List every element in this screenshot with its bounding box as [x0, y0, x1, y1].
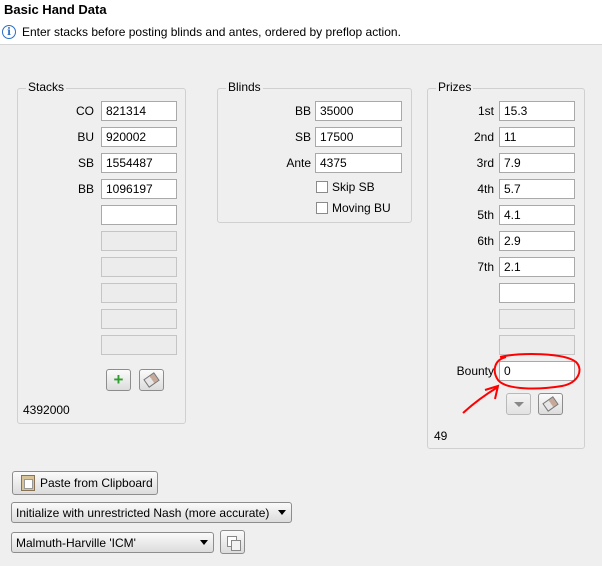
- prize-input-disabled: [499, 335, 575, 355]
- skip-sb-checkbox[interactable]: [316, 181, 328, 193]
- bounty-input[interactable]: 0: [499, 361, 575, 381]
- stack-input-co[interactable]: 821314: [101, 101, 177, 121]
- stack-label-co: CO: [76, 104, 94, 118]
- paste-from-clipboard-button[interactable]: Paste from Clipboard: [12, 471, 158, 495]
- prize-label-4th: 4th: [477, 182, 494, 196]
- stack-label-bu: BU: [77, 130, 94, 144]
- paste-button-label: Paste from Clipboard: [40, 476, 153, 490]
- stack-input-disabled: [101, 257, 177, 277]
- prize-input-disabled: [499, 309, 575, 329]
- init-method-value: Initialize with unrestricted Nash (more …: [16, 506, 270, 520]
- stack-label-bb: BB: [77, 182, 94, 196]
- prize-label-3rd: 3rd: [476, 156, 494, 170]
- prize-input-4th[interactable]: 5.7: [499, 179, 575, 199]
- init-method-select[interactable]: Initialize with unrestricted Nash (more …: [11, 502, 292, 523]
- stacks-total: 4392000: [23, 403, 70, 417]
- bounty-label: Bounty: [456, 364, 494, 378]
- stack-input-sb[interactable]: 1554487: [101, 153, 177, 173]
- prizes-total: 49: [434, 429, 448, 443]
- moving-bu-checkbox[interactable]: [316, 202, 328, 214]
- stack-input-bb[interactable]: 1096197: [101, 179, 177, 199]
- panel-header: Basic Hand Data i Enter stacks before po…: [0, 0, 602, 45]
- prize-input-1st[interactable]: 15.3: [499, 101, 575, 121]
- prize-label-6th: 6th: [477, 234, 494, 248]
- moving-bu-label: Moving BU: [332, 201, 391, 215]
- skip-sb-label: Skip SB: [332, 180, 375, 194]
- stack-input-disabled: [101, 335, 177, 355]
- prize-input-2nd[interactable]: 11: [499, 127, 575, 147]
- prize-label-7th: 7th: [477, 260, 494, 274]
- copy-model-button[interactable]: [220, 530, 245, 554]
- stack-input-empty[interactable]: [101, 205, 177, 225]
- prize-input-7th[interactable]: 2.1: [499, 257, 575, 277]
- prize-input-6th[interactable]: 2.9: [499, 231, 575, 251]
- blind-input-bb[interactable]: 35000: [315, 101, 402, 121]
- model-value: Malmuth-Harville 'ICM': [16, 536, 136, 550]
- prizes-group: Prizes 1st 15.3 2nd 11 3rd 7.9 4th 5.7 5…: [427, 80, 585, 449]
- eraser-icon: [542, 396, 559, 412]
- blinds-group-label: Blinds: [226, 80, 263, 94]
- prize-input-5th[interactable]: 4.1: [499, 205, 575, 225]
- stack-label-sb: SB: [77, 156, 94, 170]
- prize-input-empty[interactable]: [499, 283, 575, 303]
- model-select[interactable]: Malmuth-Harville 'ICM': [11, 532, 214, 553]
- chevron-down-icon: [278, 510, 286, 515]
- chevron-down-icon: [200, 540, 208, 545]
- stack-input-disabled: [101, 283, 177, 303]
- prize-label-2nd: 2nd: [473, 130, 494, 144]
- add-player-button[interactable]: +: [106, 369, 131, 391]
- copy-icon: [226, 535, 241, 551]
- clear-stacks-button[interactable]: [139, 369, 164, 391]
- blind-input-ante[interactable]: 4375: [315, 153, 402, 173]
- info-text: Enter stacks before posting blinds and a…: [22, 25, 401, 39]
- blind-label-sb: SB: [294, 130, 311, 144]
- clear-prizes-button[interactable]: [538, 393, 563, 415]
- arrow-down-icon: [513, 401, 524, 407]
- eraser-icon: [143, 372, 160, 388]
- prize-label-1st: 1st: [477, 104, 494, 118]
- blind-input-sb[interactable]: 17500: [315, 127, 402, 147]
- stack-input-disabled: [101, 231, 177, 251]
- prize-label-5th: 5th: [477, 208, 494, 222]
- stacks-group-label: Stacks: [26, 80, 67, 94]
- prize-input-3rd[interactable]: 7.9: [499, 153, 575, 173]
- info-icon: i: [2, 25, 16, 39]
- stack-input-disabled: [101, 309, 177, 329]
- prize-down-button[interactable]: [506, 393, 531, 415]
- page-title: Basic Hand Data: [4, 2, 107, 17]
- blind-label-ante: Ante: [286, 156, 311, 170]
- plus-icon: +: [113, 370, 124, 389]
- blind-label-bb: BB: [294, 104, 311, 118]
- blinds-group: Blinds BB 35000 SB 17500 Ante 4375 Skip …: [217, 80, 412, 223]
- info-row: i Enter stacks before posting blinds and…: [2, 25, 401, 39]
- stacks-group: Stacks CO 821314 BU 920002 SB 1554487 BB…: [17, 80, 186, 424]
- clipboard-icon: [21, 475, 35, 491]
- stack-input-bu[interactable]: 920002: [101, 127, 177, 147]
- prizes-group-label: Prizes: [436, 80, 474, 94]
